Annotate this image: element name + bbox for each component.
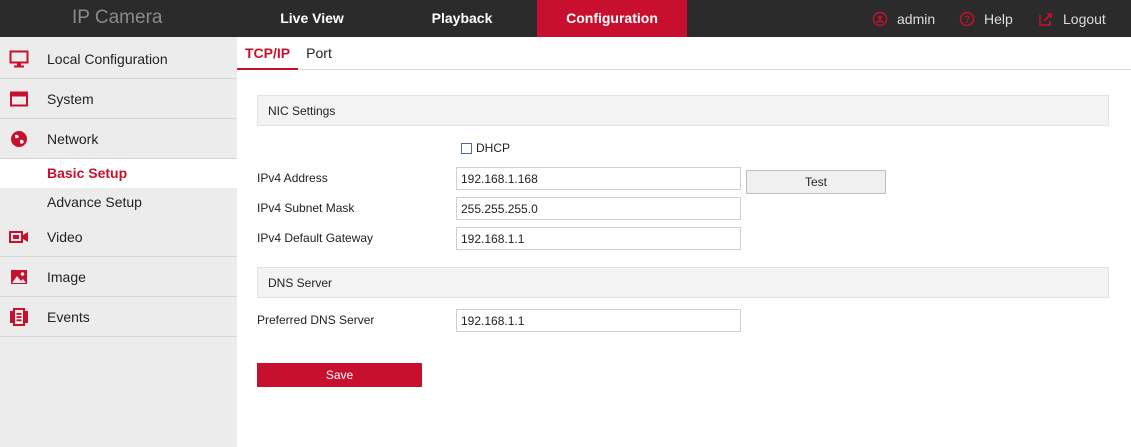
ipv4-default-gateway-input[interactable] [456,227,741,250]
ipv4-address-label: IPv4 Address [257,171,328,185]
sidebar-item-label: Video [47,228,83,245]
image-icon [9,267,29,287]
dhcp-label: DHCP [476,141,511,155]
events-list-icon [9,307,29,327]
svg-text:?: ? [964,14,970,25]
sidebar: Local Configuration System Network Basic… [0,37,237,447]
ipv4-default-gateway-label: IPv4 Default Gateway [257,231,374,245]
user-menu[interactable]: admin [872,0,935,37]
save-button[interactable]: Save [257,363,422,387]
sidebar-item-label: System [47,90,94,107]
network-globe-icon [9,129,29,149]
nav-playback[interactable]: Playback [387,0,537,37]
nav-live-view[interactable]: Live View [237,0,387,37]
logout-icon [1039,12,1052,26]
tab-tcp-ip[interactable]: TCP/IP [237,37,298,70]
sidebar-item-network[interactable]: Network [0,119,237,159]
system-window-icon [9,89,29,109]
top-bar: IP Camera Live View Playback Configurati… [0,0,1131,37]
config-tabs: TCP/IP Port [237,37,1131,70]
sidebar-subitem-advance-setup[interactable]: Advance Setup [0,188,237,217]
dns-server-header: DNS Server [257,267,1109,298]
ipv4-address-input[interactable] [456,167,741,190]
sidebar-item-video[interactable]: Video [0,217,237,257]
nic-settings-header: NIC Settings [257,95,1109,126]
help-icon: ? [959,11,975,26]
tab-port[interactable]: Port [300,37,338,69]
help-link[interactable]: ? Help [959,0,1013,37]
sidebar-item-image[interactable]: Image [0,257,237,297]
sidebar-item-label: Network [47,130,99,147]
sidebar-item-events[interactable]: Events [0,297,237,337]
sidebar-item-label: Local Configuration [47,50,168,67]
dhcp-checkbox-row[interactable]: DHCP [461,141,510,155]
help-label: Help [984,10,1013,27]
sidebar-item-label: Events [47,308,90,325]
dhcp-checkbox[interactable] [461,142,472,154]
preferred-dns-input[interactable] [456,309,741,332]
logout-label: Logout [1063,10,1106,27]
video-camera-icon [9,227,29,247]
brand-title: IP Camera [72,7,163,28]
sidebar-subitem-basic-setup[interactable]: Basic Setup [0,159,237,188]
sidebar-item-local-configuration[interactable]: Local Configuration [0,39,237,79]
nav-configuration[interactable]: Configuration [537,0,687,37]
sidebar-item-label: Image [47,268,86,285]
ipv4-subnet-mask-label: IPv4 Subnet Mask [257,201,355,215]
preferred-dns-label: Preferred DNS Server [257,313,375,327]
ipv4-subnet-mask-input[interactable] [456,197,741,220]
monitor-icon [9,49,29,69]
username-label: admin [897,10,936,27]
logout-link[interactable]: Logout [1038,0,1106,37]
test-button[interactable]: Test [746,170,886,194]
sidebar-item-system[interactable]: System [0,79,237,119]
user-icon [872,11,888,26]
